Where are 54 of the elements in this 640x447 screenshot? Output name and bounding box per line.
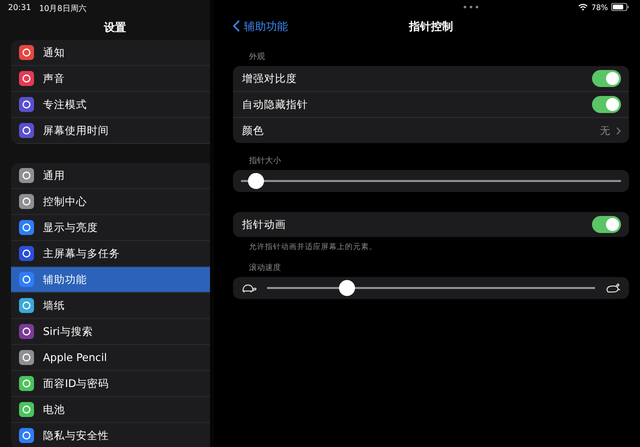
sidebar-item-label: 控制中心 <box>43 194 87 208</box>
rabbit-icon <box>605 283 621 293</box>
sidebar-item[interactable]: 面容ID与密码 <box>11 371 210 397</box>
slider-thumb[interactable] <box>338 280 355 296</box>
section-header: 滚动速度 <box>248 262 282 274</box>
toggle-switch[interactable] <box>592 216 621 233</box>
setting-label: 自动隐藏指针 <box>242 98 308 112</box>
sidebar-item[interactable]: 墙纸 <box>11 293 210 319</box>
setting-label: 增强对比度 <box>242 72 297 86</box>
sidebar-title: 设置 <box>102 20 127 36</box>
turtle-icon <box>241 283 257 293</box>
sidebar-item[interactable]: 控制中心 <box>11 189 210 215</box>
sidebar-item[interactable]: 辅助功能 <box>11 267 210 293</box>
sidebar-item[interactable]: 显示与亮度 <box>11 215 210 241</box>
multitasking-dots-icon[interactable] <box>463 5 479 9</box>
sidebar-item-label: 声音 <box>43 72 65 86</box>
slider-thumb[interactable] <box>248 173 264 189</box>
sidebar-item-label: 隐私与安全性 <box>43 428 109 442</box>
sidebar-item[interactable]: 声音 <box>11 66 210 92</box>
sidebar-item[interactable]: 电池 <box>11 397 210 423</box>
setting-label: 颜色 <box>242 124 264 138</box>
back-button[interactable]: 辅助功能 <box>233 18 288 34</box>
sidebar-item[interactable]: 通用 <box>11 163 210 189</box>
toggle-switch[interactable] <box>592 70 621 87</box>
battery-icon <box>611 3 629 11</box>
sidebar-item-label: 电池 <box>43 402 65 416</box>
sidebar-item-label: Apple Pencil <box>43 352 107 364</box>
sidebar-item-label: 辅助功能 <box>43 272 87 286</box>
sidebar-item-label: 主屏幕与多任务 <box>43 246 120 260</box>
sidebar-item-label: 显示与亮度 <box>43 220 98 234</box>
sidebar-item-label: 屏幕使用时间 <box>43 124 109 138</box>
section-header: 指针大小 <box>248 155 282 167</box>
sidebar-item[interactable]: 专注模式 <box>11 92 210 118</box>
section-header: 外观 <box>248 51 266 63</box>
status-date: 10月8日周六 <box>39 3 86 15</box>
sidebar-item-label: 专注模式 <box>43 98 87 112</box>
toggle-switch[interactable] <box>592 96 621 113</box>
back-chevron-icon <box>233 20 240 32</box>
setting-value: 无 <box>600 124 610 138</box>
sidebar-item[interactable]: Siri与搜索 <box>11 319 210 345</box>
sidebar-item-label: 墙纸 <box>43 298 65 312</box>
sidebar-item-label: 通知 <box>43 46 65 60</box>
status-time: 20:31 <box>8 3 32 14</box>
chevron-icon <box>616 126 621 134</box>
sidebar-item-label: 面容ID与密码 <box>43 376 110 390</box>
sidebar-item-label: Siri与搜索 <box>43 324 93 338</box>
wifi-icon <box>578 3 588 11</box>
setting-label: 指针动画 <box>242 218 286 232</box>
page-title: 指针控制 <box>409 18 453 34</box>
sidebar-item[interactable]: 通知 <box>11 40 210 66</box>
sidebar-item[interactable]: 隐私与安全性 <box>11 423 210 447</box>
sidebar-item[interactable]: Apple Pencil <box>11 345 210 371</box>
sidebar-item-label: 通用 <box>43 168 65 182</box>
sidebar-item[interactable]: 屏幕使用时间 <box>11 118 210 144</box>
